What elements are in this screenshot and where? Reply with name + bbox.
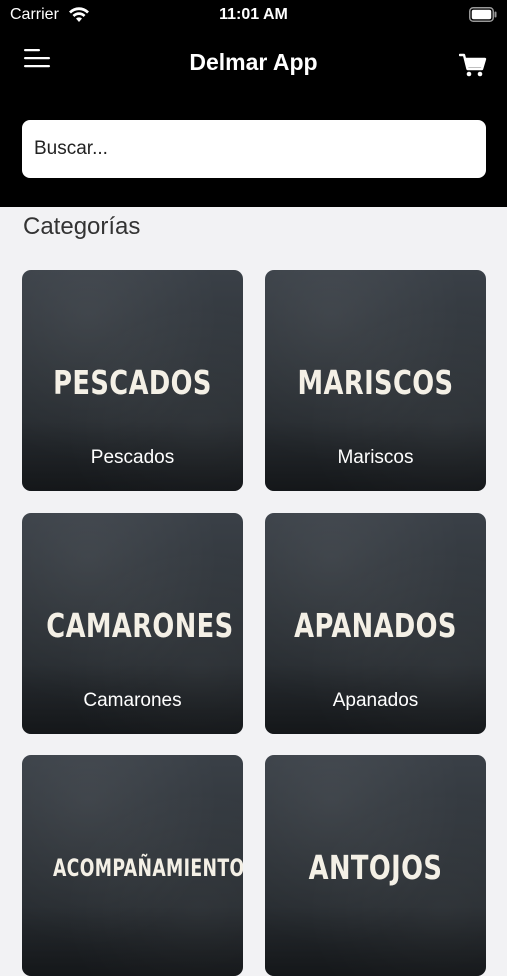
- category-card-mariscos[interactable]: MARISCOS Mariscos: [265, 270, 486, 491]
- category-card-camarones[interactable]: CAMARONES Camarones: [22, 513, 243, 734]
- search-input[interactable]: [22, 120, 486, 178]
- category-image-text: APANADOS: [294, 606, 457, 645]
- category-label: Pescados: [90, 447, 175, 468]
- category-card-apanados[interactable]: APANADOS Apanados: [265, 513, 486, 734]
- category-image-text: ACOMPAÑAMIENTOS: [52, 854, 243, 882]
- category-image-text: CAMARONES: [46, 606, 234, 645]
- category-image-text: ANTOJOS: [308, 848, 443, 887]
- category-label: Camarones: [83, 690, 182, 711]
- category-card-acompanamientos[interactable]: ACOMPAÑAMIENTOS: [22, 755, 243, 976]
- section-title: Categorías: [23, 213, 141, 240]
- status-time: 11:01 AM: [219, 6, 288, 23]
- category-label: Apanados: [332, 690, 419, 711]
- category-label: Mariscos: [337, 447, 414, 468]
- cart-icon[interactable]: [459, 52, 487, 78]
- category-image-text: MARISCOS: [297, 363, 454, 402]
- category-card-antojos[interactable]: ANTOJOS: [265, 755, 486, 976]
- category-image-text: PESCADOS: [53, 363, 212, 402]
- category-card-pescados[interactable]: PESCADOS Pescados: [22, 270, 243, 491]
- battery-icon: [469, 7, 497, 22]
- app-header: Carrier 11:01 AM Delmar App: [0, 0, 507, 207]
- status-bar: Carrier 11:01 AM: [0, 0, 507, 32]
- app-title: Delmar App: [189, 49, 318, 75]
